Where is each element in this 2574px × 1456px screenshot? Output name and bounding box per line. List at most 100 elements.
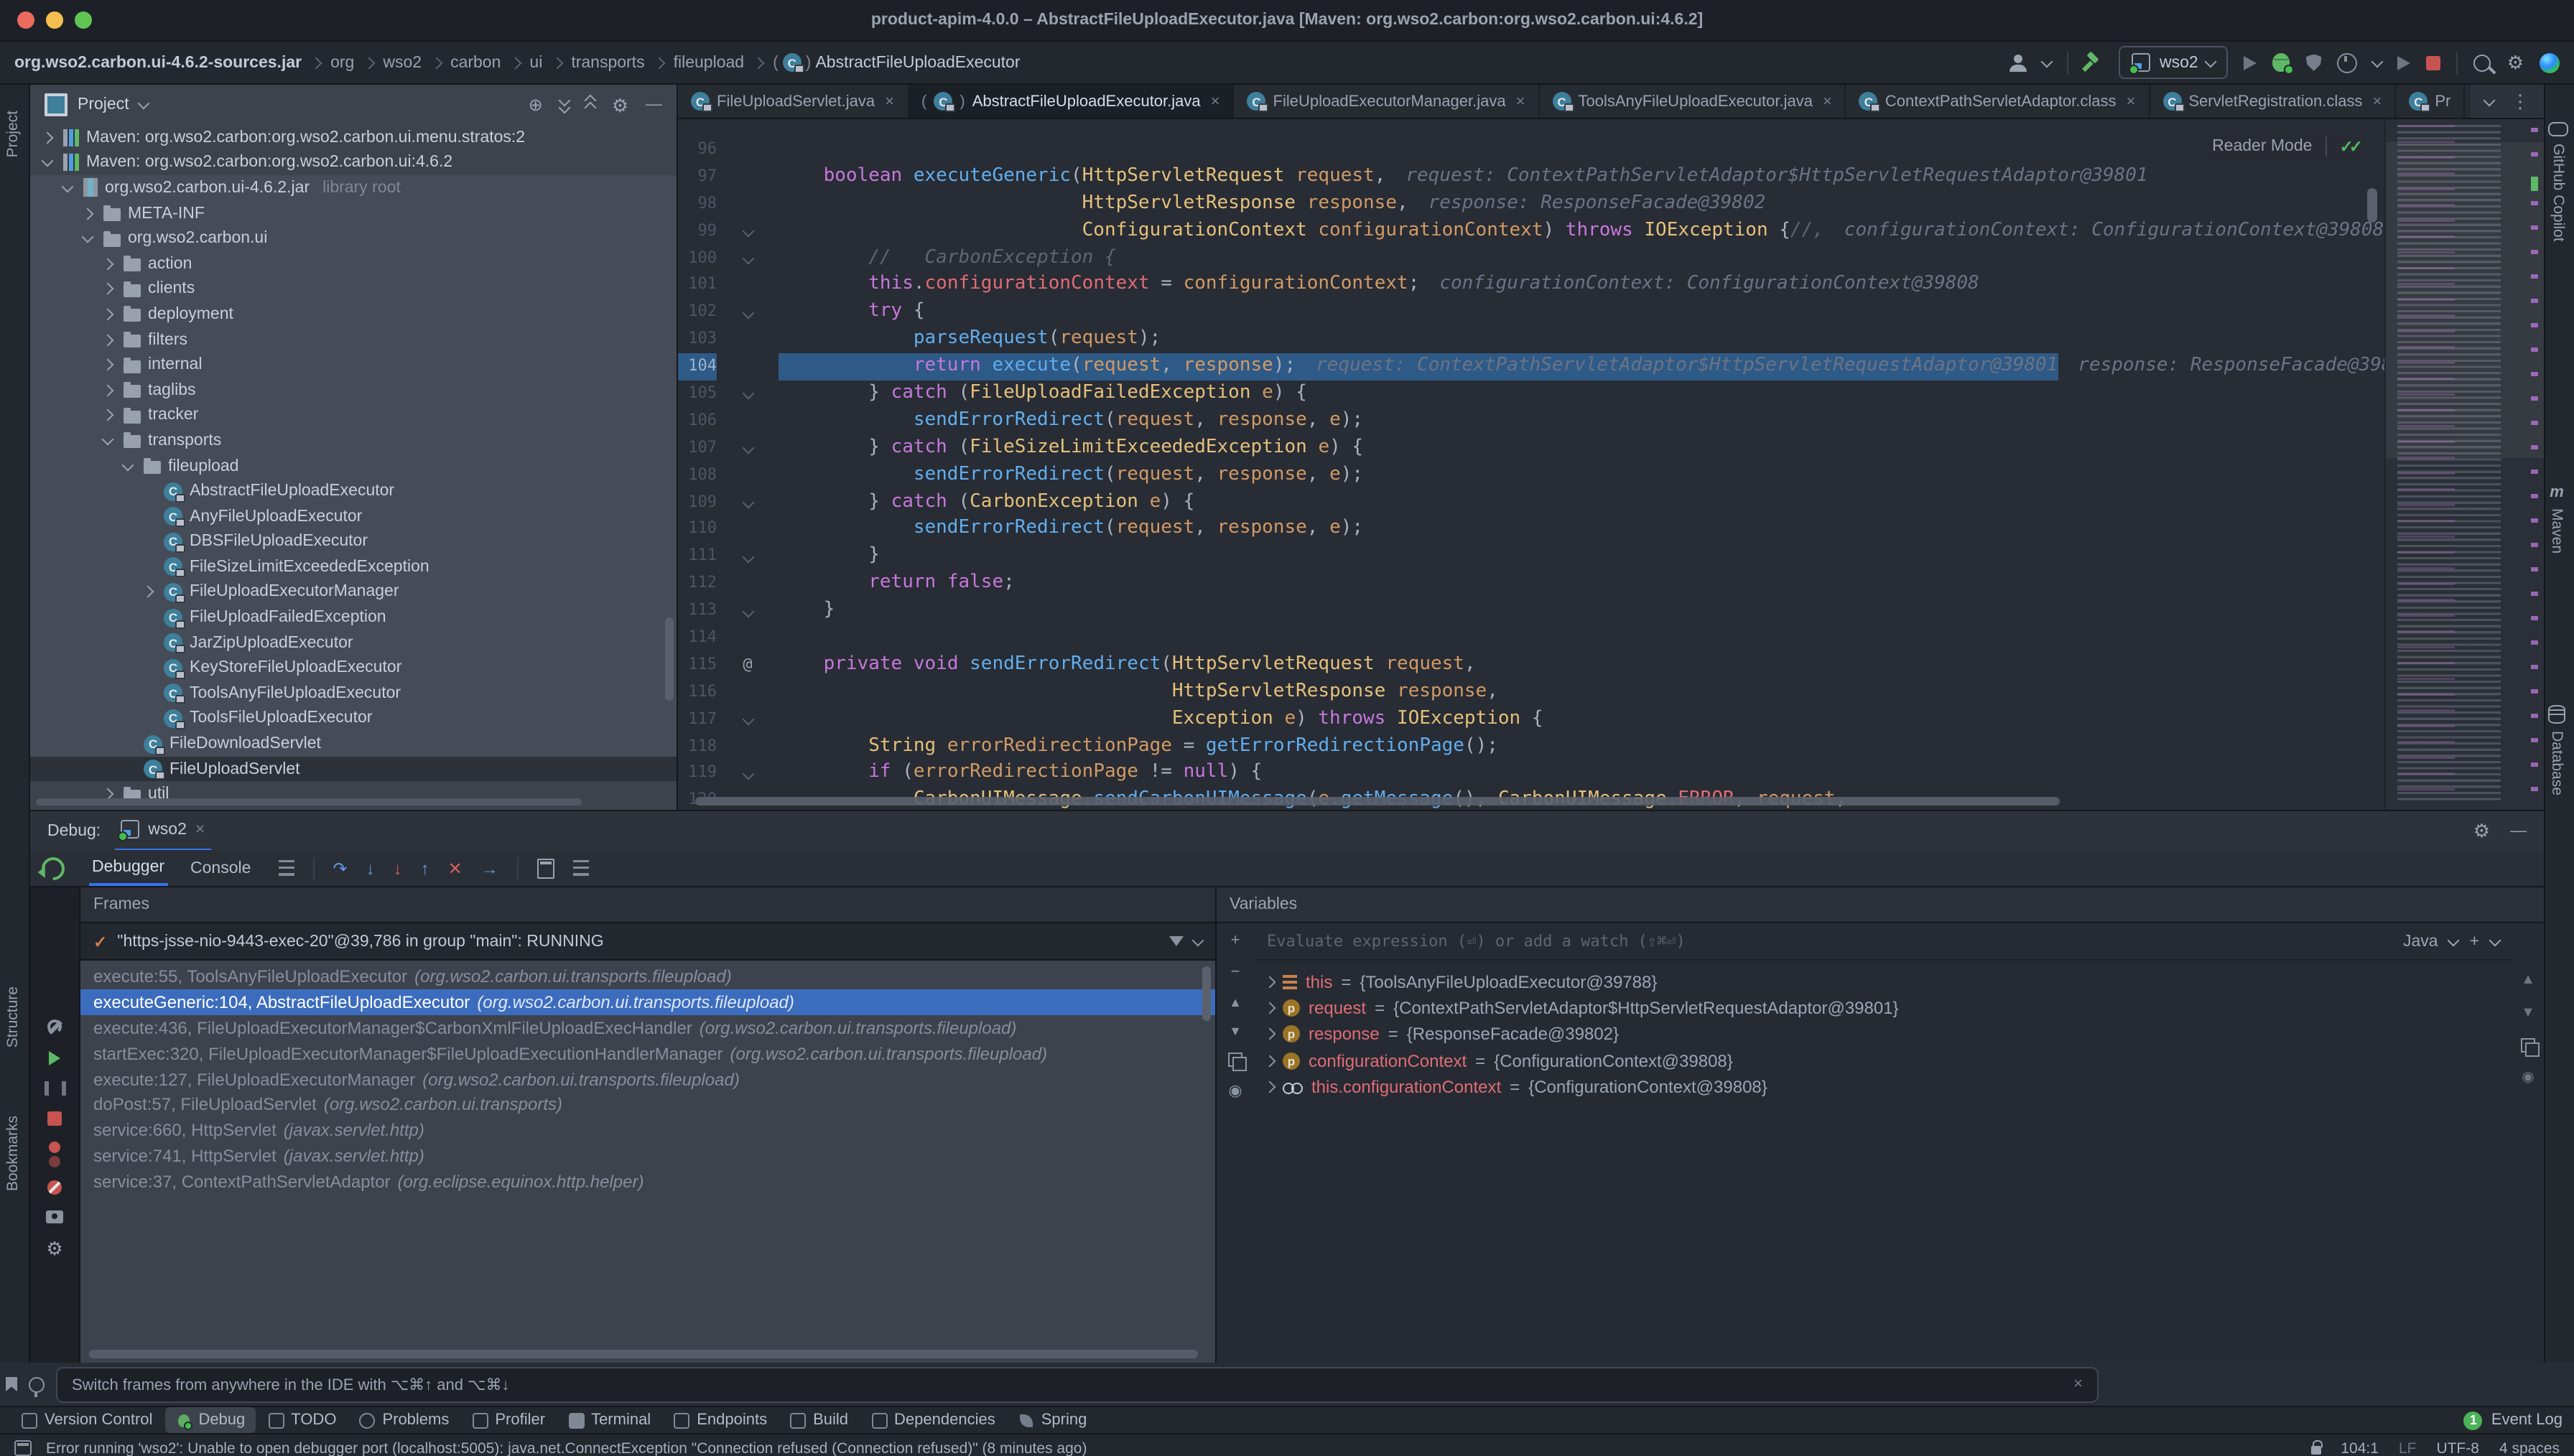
tool-window-button-todo[interactable]: TODO (258, 1407, 346, 1433)
stack-frame-row[interactable]: execute:436, FileUploadExecutorManager$C… (80, 1015, 1215, 1041)
tool-window-button-maven[interactable]: m Maven (2548, 484, 2565, 554)
tree-chevron[interactable] (139, 588, 157, 597)
tool-window-button-structure[interactable]: Structure (4, 986, 22, 1047)
filter-funnel-icon[interactable] (1169, 937, 1184, 947)
move-down-icon[interactable]: ▼ (1229, 1025, 1242, 1039)
stack-frame-row[interactable]: service:741, HttpServlet(javax.servlet.h… (80, 1143, 1215, 1169)
move-up-icon[interactable]: ▲ (1229, 996, 1242, 1010)
build-hammer-icon[interactable] (2085, 53, 2104, 72)
breadcrumb-item[interactable]: fileupload (674, 54, 744, 71)
code-line[interactable]: 117 Exception e) throws IOException { (678, 706, 2384, 733)
project-hscrollbar[interactable] (36, 799, 582, 806)
code-editor[interactable]: 9697 boolean executeGeneric(HttpServletR… (678, 119, 2384, 811)
breadcrumb-item[interactable]: ui (529, 54, 542, 71)
variable-row[interactable]: this.configurationContext={Configuration… (1254, 1074, 2512, 1101)
force-step-into-icon[interactable]: ↓ (394, 860, 402, 877)
line-number[interactable]: 113 (678, 597, 717, 625)
line-number[interactable]: 107 (678, 435, 717, 462)
close-tab-icon[interactable]: × (1823, 93, 1832, 110)
tree-item[interactable]: tracker (30, 403, 677, 428)
tree-chevron[interactable] (99, 790, 116, 798)
status-message-icon[interactable] (14, 1440, 32, 1456)
tree-item[interactable]: Maven: org.wso2.carbon:org.wso2.carbon.u… (30, 125, 677, 150)
tool-window-button-deps[interactable]: Dependencies (861, 1407, 1005, 1433)
step-out-icon[interactable]: ↑ (421, 860, 429, 877)
tree-chevron[interactable] (99, 360, 116, 369)
tree-item[interactable]: META-INF (30, 201, 677, 226)
profiler-icon[interactable] (2338, 52, 2358, 73)
tree-item[interactable]: internal (30, 353, 677, 378)
tool-window-button-debug[interactable]: Debug (165, 1407, 255, 1433)
tree-chevron[interactable] (99, 285, 116, 294)
copy-icon[interactable] (2521, 1039, 2535, 1053)
tree-chevron[interactable] (99, 438, 116, 444)
step-into-icon[interactable]: ↓ (366, 860, 375, 877)
ide-avatar-icon[interactable] (2540, 52, 2560, 73)
tool-window-button-terminal[interactable]: Terminal (558, 1407, 661, 1433)
fold-gutter-icon[interactable] (717, 390, 779, 398)
line-number[interactable]: 109 (678, 489, 717, 516)
stack-frame-row[interactable]: execute:127, FileUploadExecutorManager(o… (80, 1066, 1215, 1092)
code-line[interactable]: 112 return false; (678, 571, 2384, 598)
line-number[interactable]: 103 (678, 326, 717, 353)
code-line[interactable]: 98 HttpServletResponse response,response… (678, 191, 2384, 218)
project-scrollbar[interactable] (665, 618, 674, 701)
step-over-icon[interactable]: ↷ (333, 860, 347, 877)
resume-icon[interactable] (49, 1052, 60, 1066)
caret-position[interactable]: 104:1 (2341, 1439, 2379, 1456)
code-line[interactable]: 113 } (678, 597, 2384, 625)
tree-item[interactable]: CFileUploadServlet (30, 757, 677, 782)
editor-tab[interactable]: CContextPathServletAdaptor.class× (1846, 85, 2150, 118)
wrench-icon[interactable] (47, 1020, 62, 1036)
user-icon[interactable] (2010, 55, 2027, 70)
debug-gear-icon[interactable]: ⚙ (46, 1240, 62, 1259)
tree-chevron[interactable] (99, 335, 116, 344)
code-line[interactable]: 107 } catch (FileSizeLimitExceededExcept… (678, 435, 2384, 462)
fold-gutter-icon[interactable] (717, 715, 779, 724)
settings-gear-icon[interactable]: ⚙ (2507, 53, 2524, 72)
code-line[interactable]: 116 HttpServletResponse response, (678, 679, 2384, 706)
tree-item[interactable]: org.wso2.carbon.ui (30, 226, 677, 251)
tree-item[interactable]: CAnyFileUploadExecutor (30, 504, 677, 529)
stack-frame-row[interactable]: startExec:320, FileUploadExecutorManager… (80, 1041, 1215, 1067)
tree-item[interactable]: transports (30, 428, 677, 453)
tree-item[interactable]: CKeyStoreFileUploadExecutor (30, 655, 677, 681)
coverage-icon[interactable] (2306, 54, 2322, 71)
add-to-watches-icon[interactable]: + (2470, 933, 2479, 951)
tree-item[interactable]: CToolsAnyFileUploadExecutor (30, 681, 677, 706)
close-tab-icon[interactable]: × (2373, 93, 2382, 110)
line-ending[interactable]: LF (2399, 1439, 2417, 1456)
code-line[interactable]: 103 parseRequest(request); (678, 326, 2384, 353)
run-to-cursor-icon[interactable]: → (481, 860, 498, 877)
show-watches-eye-icon[interactable]: ◉ (1228, 1082, 1242, 1101)
tree-item[interactable]: valve (30, 807, 677, 811)
chevron-down-icon[interactable] (2489, 934, 2501, 946)
variable-row[interactable]: pconfigurationContext={ConfigurationCont… (1254, 1047, 2512, 1074)
tool-window-button-profiler[interactable]: Profiler (462, 1407, 555, 1433)
stop-icon[interactable] (47, 1112, 62, 1126)
stack-frame-row[interactable]: execute:55, ToolsAnyFileUploadExecutor(o… (80, 964, 1215, 990)
close-tab-icon[interactable]: × (1211, 93, 1220, 110)
stack-frame-row[interactable]: service:37, ContextPathServletAdaptor(or… (80, 1169, 1215, 1195)
line-number[interactable]: 101 (678, 272, 717, 299)
code-minimap[interactable] (2384, 119, 2544, 811)
tool-window-button-database[interactable]: Database (2548, 705, 2565, 795)
code-line[interactable]: 115@ private void sendErrorRedirect(Http… (678, 652, 2384, 679)
run-configuration-selector[interactable]: wso2 (2119, 46, 2229, 79)
indent-setting[interactable]: 4 spaces (2499, 1439, 2560, 1456)
frames-scrollbar[interactable] (1202, 967, 1211, 1022)
scroll-down-icon[interactable]: ▼ (2521, 1006, 2535, 1022)
pause-icon[interactable] (44, 1082, 65, 1096)
minimap-viewport[interactable] (2386, 142, 2544, 458)
line-number[interactable]: 102 (678, 299, 717, 327)
minimize-window-icon[interactable] (46, 11, 63, 29)
tree-chevron[interactable] (79, 235, 96, 241)
breadcrumb-item[interactable]: transports (571, 54, 644, 71)
chevron-down-icon[interactable] (1192, 934, 1204, 946)
fold-gutter-icon[interactable] (717, 254, 779, 263)
bookmark-flag-icon[interactable] (6, 1377, 17, 1391)
chevron-down-icon[interactable] (137, 98, 149, 110)
line-number[interactable]: 100 (678, 245, 717, 272)
annotation-gutter-icon[interactable]: @ (717, 652, 779, 679)
chevron-down-icon[interactable] (2371, 55, 2384, 67)
